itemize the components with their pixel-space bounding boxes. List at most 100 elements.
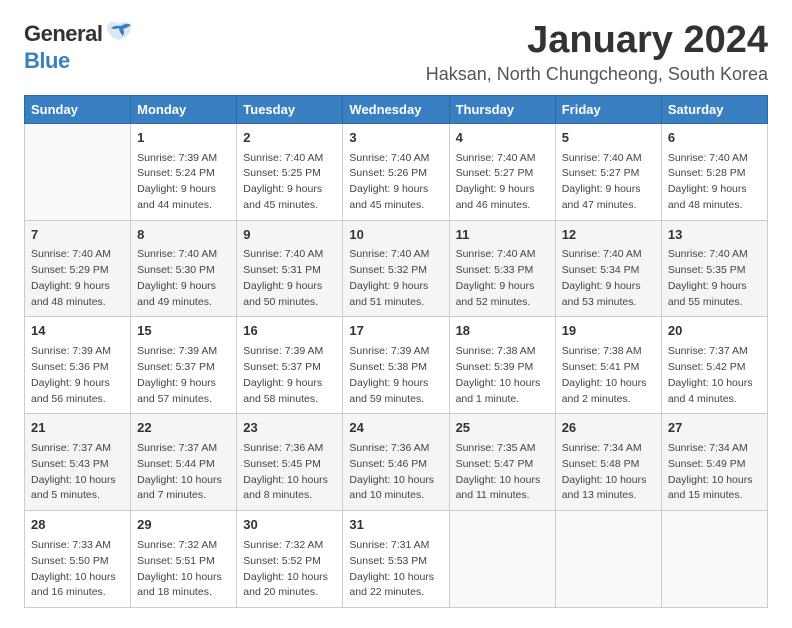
calendar-week-row: 21 Sunrise: 7:37 AMSunset: 5:43 PMDayligh… [25, 414, 768, 511]
calendar-table: SundayMondayTuesdayWednesdayThursdayFrid… [24, 95, 768, 608]
logo-blue-text: Blue [24, 49, 70, 73]
day-info: Sunrise: 7:34 AMSunset: 5:48 PMDaylight:… [562, 441, 655, 504]
day-number: 28 [31, 516, 124, 535]
empty-cell [25, 123, 131, 220]
day-info: Sunrise: 7:40 AMSunset: 5:27 PMDaylight:… [456, 151, 549, 214]
month-title: January 2024 [426, 20, 768, 62]
day-info: Sunrise: 7:33 AMSunset: 5:50 PMDaylight:… [31, 538, 124, 601]
calendar-day-cell: 7 Sunrise: 7:40 AMSunset: 5:29 PMDaylight… [25, 220, 131, 317]
logo-general-text: General [24, 22, 102, 46]
calendar-week-row: 14 Sunrise: 7:39 AMSunset: 5:36 PMDayligh… [25, 317, 768, 414]
day-number: 2 [243, 129, 336, 148]
day-number: 5 [562, 129, 655, 148]
calendar-day-cell: 25Sunrise: 7:35 AMSunset: 5:47 PMDayligh… [449, 414, 555, 511]
empty-cell [449, 511, 555, 608]
day-info: Sunrise: 7:40 AMSunset: 5:33 PMDaylight:… [456, 247, 549, 310]
day-number: 11 [456, 226, 549, 245]
calendar-day-cell: 1Sunrise: 7:39 AMSunset: 5:24 PMDaylight… [131, 123, 237, 220]
day-info: Sunrise: 7:40 AMSunset: 5:26 PMDaylight:… [349, 151, 442, 214]
day-info: Sunrise: 7:36 AMSunset: 5:45 PMDaylight:… [243, 441, 336, 504]
calendar-day-cell: 15 Sunrise: 7:39 AMSunset: 5:37 PMDayligh… [131, 317, 237, 414]
day-number: 30 [243, 516, 336, 535]
day-info: Sunrise: 7:39 AMSunset: 5:24 PMDaylight:… [137, 151, 230, 214]
calendar-header: SundayMondayTuesdayWednesdayThursdayFrid… [25, 95, 768, 123]
location-title: Haksan, North Chungcheong, South Korea [426, 64, 768, 85]
calendar-day-cell: 17Sunrise: 7:39 AMSunset: 5:38 PMDayligh… [343, 317, 449, 414]
calendar-week-row: 7 Sunrise: 7:40 AMSunset: 5:29 PMDaylight… [25, 220, 768, 317]
weekday-header: Tuesday [237, 95, 343, 123]
calendar-day-cell: 30 Sunrise: 7:32 AMSunset: 5:52 PMDayligh… [237, 511, 343, 608]
weekday-header: Monday [131, 95, 237, 123]
day-info: Sunrise: 7:39 AMSunset: 5:37 PMDaylight:… [137, 344, 230, 407]
day-number: 21 [31, 419, 124, 438]
day-info: Sunrise: 7:39 AMSunset: 5:36 PMDaylight:… [31, 344, 124, 407]
calendar-day-cell: 5Sunrise: 7:40 AMSunset: 5:27 PMDaylight… [555, 123, 661, 220]
day-info: Sunrise: 7:40 AMSunset: 5:31 PMDaylight:… [243, 247, 336, 310]
calendar-day-cell: 18Sunrise: 7:38 AMSunset: 5:39 PMDayligh… [449, 317, 555, 414]
day-info: Sunrise: 7:34 AMSunset: 5:49 PMDaylight:… [668, 441, 761, 504]
day-info: Sunrise: 7:40 AMSunset: 5:25 PMDaylight:… [243, 151, 336, 214]
day-info: Sunrise: 7:32 AMSunset: 5:52 PMDaylight:… [243, 538, 336, 601]
day-info: Sunrise: 7:37 AMSunset: 5:44 PMDaylight:… [137, 441, 230, 504]
day-number: 14 [31, 322, 124, 341]
calendar-day-cell: 22 Sunrise: 7:37 AMSunset: 5:44 PMDayligh… [131, 414, 237, 511]
calendar-day-cell: 19Sunrise: 7:38 AMSunset: 5:41 PMDayligh… [555, 317, 661, 414]
empty-cell [661, 511, 767, 608]
empty-cell [555, 511, 661, 608]
calendar-day-cell: 3Sunrise: 7:40 AMSunset: 5:26 PMDaylight… [343, 123, 449, 220]
logo-bird-icon [105, 20, 133, 49]
day-number: 19 [562, 322, 655, 341]
calendar-day-cell: 4Sunrise: 7:40 AMSunset: 5:27 PMDaylight… [449, 123, 555, 220]
calendar-day-cell: 6Sunrise: 7:40 AMSunset: 5:28 PMDaylight… [661, 123, 767, 220]
calendar-day-cell: 10 Sunrise: 7:40 AMSunset: 5:32 PMDayligh… [343, 220, 449, 317]
calendar-day-cell: 29 Sunrise: 7:32 AMSunset: 5:51 PMDayligh… [131, 511, 237, 608]
day-number: 6 [668, 129, 761, 148]
day-info: Sunrise: 7:31 AMSunset: 5:53 PMDaylight:… [349, 538, 442, 601]
day-info: Sunrise: 7:40 AMSunset: 5:29 PMDaylight:… [31, 247, 124, 310]
calendar-day-cell: 31Sunrise: 7:31 AMSunset: 5:53 PMDayligh… [343, 511, 449, 608]
day-info: Sunrise: 7:38 AMSunset: 5:39 PMDaylight:… [456, 344, 549, 407]
day-number: 15 [137, 322, 230, 341]
calendar-day-cell: 9 Sunrise: 7:40 AMSunset: 5:31 PMDaylight… [237, 220, 343, 317]
day-number: 22 [137, 419, 230, 438]
calendar-day-cell: 16 Sunrise: 7:39 AMSunset: 5:37 PMDayligh… [237, 317, 343, 414]
day-info: Sunrise: 7:40 AMSunset: 5:32 PMDaylight:… [349, 247, 442, 310]
weekday-header: Thursday [449, 95, 555, 123]
day-number: 10 [349, 226, 442, 245]
day-number: 29 [137, 516, 230, 535]
calendar-week-row: 1Sunrise: 7:39 AMSunset: 5:24 PMDaylight… [25, 123, 768, 220]
weekday-header: Sunday [25, 95, 131, 123]
day-number: 12 [562, 226, 655, 245]
day-number: 27 [668, 419, 761, 438]
day-number: 9 [243, 226, 336, 245]
day-info: Sunrise: 7:40 AMSunset: 5:30 PMDaylight:… [137, 247, 230, 310]
day-info: Sunrise: 7:37 AMSunset: 5:42 PMDaylight:… [668, 344, 761, 407]
day-number: 13 [668, 226, 761, 245]
calendar-day-cell: 8 Sunrise: 7:40 AMSunset: 5:30 PMDaylight… [131, 220, 237, 317]
day-info: Sunrise: 7:39 AMSunset: 5:38 PMDaylight:… [349, 344, 442, 407]
day-number: 8 [137, 226, 230, 245]
calendar-day-cell: 21 Sunrise: 7:37 AMSunset: 5:43 PMDayligh… [25, 414, 131, 511]
calendar-day-cell: 26 Sunrise: 7:34 AMSunset: 5:48 PMDayligh… [555, 414, 661, 511]
weekday-header: Saturday [661, 95, 767, 123]
day-info: Sunrise: 7:37 AMSunset: 5:43 PMDaylight:… [31, 441, 124, 504]
day-info: Sunrise: 7:40 AMSunset: 5:35 PMDaylight:… [668, 247, 761, 310]
title-block: January 2024 Haksan, North Chungcheong, … [426, 20, 768, 85]
page-header: General Blue January 2024 Haksan, North … [24, 20, 768, 85]
calendar-day-cell: 11 Sunrise: 7:40 AMSunset: 5:33 PMDayligh… [449, 220, 555, 317]
day-info: Sunrise: 7:32 AMSunset: 5:51 PMDaylight:… [137, 538, 230, 601]
day-number: 16 [243, 322, 336, 341]
day-number: 7 [31, 226, 124, 245]
logo: General Blue [24, 20, 133, 73]
day-info: Sunrise: 7:35 AMSunset: 5:47 PMDaylight:… [456, 441, 549, 504]
weekday-header: Wednesday [343, 95, 449, 123]
day-number: 20 [668, 322, 761, 341]
weekday-header: Friday [555, 95, 661, 123]
calendar-body: 1Sunrise: 7:39 AMSunset: 5:24 PMDaylight… [25, 123, 768, 607]
calendar-day-cell: 13 Sunrise: 7:40 AMSunset: 5:35 PMDayligh… [661, 220, 767, 317]
calendar-day-cell: 28 Sunrise: 7:33 AMSunset: 5:50 PMDayligh… [25, 511, 131, 608]
day-info: Sunrise: 7:39 AMSunset: 5:37 PMDaylight:… [243, 344, 336, 407]
day-number: 26 [562, 419, 655, 438]
calendar-day-cell: 14 Sunrise: 7:39 AMSunset: 5:36 PMDayligh… [25, 317, 131, 414]
day-number: 23 [243, 419, 336, 438]
